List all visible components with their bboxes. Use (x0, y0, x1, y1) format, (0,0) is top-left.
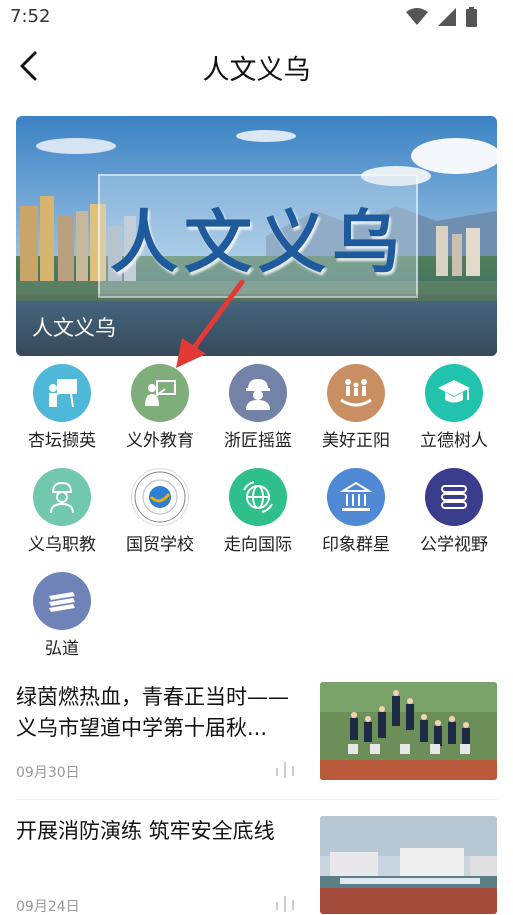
news-date: 09月30日 (16, 765, 80, 781)
engineer-icon (33, 468, 91, 526)
status-time: 7:52 (10, 6, 51, 27)
news-item[interactable]: 绿茵燃热血，青春正当时——义乌市望道中学第十届秋... 09月30日 (16, 682, 497, 782)
school-emblem-icon (131, 468, 189, 526)
category-item-zhejiang[interactable]: 浙匠摇篮 (209, 364, 307, 464)
page-title: 人文义乌 (202, 55, 311, 86)
family-icon (327, 364, 385, 422)
books-icon (425, 468, 483, 526)
category-item-xingtan[interactable]: 杏坛撷英 (13, 364, 111, 464)
news-thumbnail (320, 816, 497, 914)
nav-bar: 人文义乌 (0, 34, 513, 98)
category-item-hongdao[interactable]: 弘道 (13, 572, 111, 672)
category-item-yinxiang[interactable]: 印象群星 (307, 468, 405, 568)
signal-icon (438, 8, 456, 26)
wifi-icon (406, 8, 428, 25)
worker-icon (229, 364, 287, 422)
news-title: 绿茵燃热血，青春正当时——义乌市望道中学第十届秋... (16, 685, 289, 740)
category-item-lide[interactable]: 立德树人 (405, 364, 503, 464)
status-bar: 7:52 (0, 0, 513, 34)
bar-chart-icon (276, 896, 294, 912)
category-item-guomao[interactable]: 国贸学校 (111, 468, 209, 568)
teacher-icon (33, 364, 91, 422)
category-item-meihao[interactable]: 美好正阳 (307, 364, 405, 464)
news-date: 09月24日 (16, 899, 80, 915)
banner[interactable]: 人文义乌 人文义乌 (16, 116, 497, 356)
bar-chart-icon (276, 762, 294, 778)
red-arrow-annotation (176, 279, 245, 368)
category-label: 义乌职教 (28, 535, 96, 555)
category-item-guoji[interactable]: 走向国际 (209, 468, 307, 568)
building-icon (327, 468, 385, 526)
category-item-gongxue[interactable]: 公学视野 (405, 468, 503, 568)
globe-icon (229, 468, 287, 526)
news-title: 开展消防演练 筑牢安全底线 (16, 819, 275, 843)
category-label: 公学视野 (420, 535, 488, 555)
category-label: 走向国际 (224, 535, 292, 555)
graduation-cap-icon (425, 364, 483, 422)
category-label: 印象群星 (322, 535, 390, 555)
banner-caption: 人文义乌 (32, 316, 116, 340)
news-item[interactable]: 开展消防演练 筑牢安全底线 09月24日 (16, 816, 497, 915)
category-item-zhijiao[interactable]: 义乌职教 (13, 468, 111, 568)
category-label: 弘道 (45, 639, 79, 659)
category-item-yiwai[interactable]: 义外教育 (111, 364, 209, 464)
divider (16, 799, 497, 800)
stacked-books-icon (33, 572, 91, 630)
status-icons (406, 7, 477, 27)
category-label: 国贸学校 (126, 535, 194, 555)
category-label: 立德树人 (420, 431, 488, 451)
battery-icon (466, 7, 477, 27)
category-label: 浙匠摇篮 (224, 431, 292, 451)
category-label: 义外教育 (126, 431, 194, 451)
category-label: 美好正阳 (322, 431, 390, 451)
news-thumbnail (320, 682, 497, 780)
presenter-icon (131, 364, 189, 422)
category-label: 杏坛撷英 (28, 431, 96, 451)
banner-calligraphy: 人文义乌 (98, 174, 418, 298)
